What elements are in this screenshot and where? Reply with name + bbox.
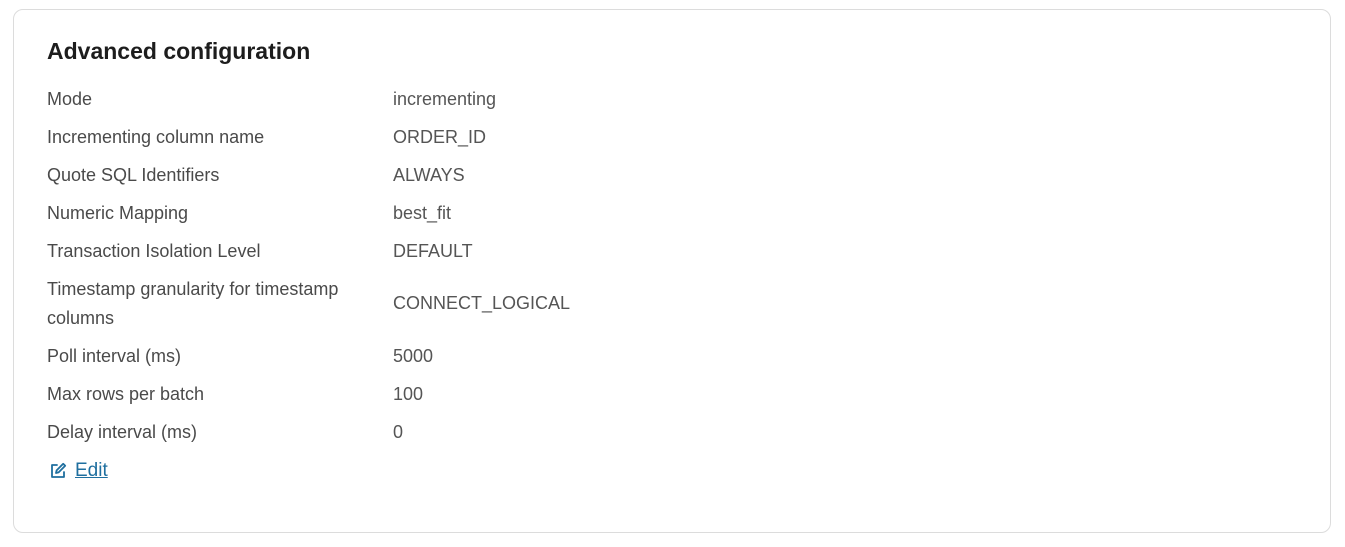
config-value: ALWAYS: [393, 164, 465, 185]
config-label: Delay interval (ms): [47, 421, 198, 442]
edit-label[interactable]: Edit: [75, 460, 108, 482]
config-label: Timestamp granularity for timestamp colu…: [47, 278, 339, 328]
config-row-transaction-isolation: Transaction Isolation Level DEFAULT: [47, 232, 1247, 270]
config-value: best_fit: [393, 202, 452, 223]
config-label: Quote SQL Identifiers: [47, 164, 220, 185]
config-row-numeric-mapping: Numeric Mapping best_fit: [47, 194, 1247, 232]
config-label: Poll interval (ms): [47, 345, 182, 366]
config-value: DEFAULT: [393, 240, 473, 261]
card-title: Advanced configuration: [47, 38, 311, 64]
advanced-configuration-card: Advanced configuration Mode incrementing…: [13, 9, 1331, 533]
config-value: 5000: [393, 345, 434, 366]
config-label: Numeric Mapping: [47, 202, 189, 223]
edit-icon: [49, 462, 67, 480]
config-row-mode: Mode incrementing: [47, 80, 1247, 118]
config-value: 0: [393, 421, 404, 442]
config-row-poll-interval: Poll interval (ms) 5000: [47, 337, 1247, 375]
edit-link[interactable]: Edit: [49, 460, 108, 482]
config-list: Mode incrementing Incrementing column na…: [47, 80, 1247, 451]
config-label: Transaction Isolation Level: [47, 240, 261, 261]
config-value: 100: [393, 383, 424, 404]
config-row-max-rows-per-batch: Max rows per batch 100: [47, 375, 1247, 413]
config-value: ORDER_ID: [393, 126, 487, 147]
config-row-timestamp-granularity: Timestamp granularity for timestamp colu…: [47, 270, 1247, 337]
config-row-quote-sql-identifiers: Quote SQL Identifiers ALWAYS: [47, 156, 1247, 194]
config-label: Mode: [47, 88, 93, 109]
config-row-incrementing-column: Incrementing column name ORDER_ID: [47, 118, 1247, 156]
config-label: Max rows per batch: [47, 383, 205, 404]
config-row-delay-interval: Delay interval (ms) 0: [47, 413, 1247, 451]
config-value: CONNECT_LOGICAL: [393, 293, 571, 313]
config-value: incrementing: [393, 88, 497, 109]
config-label: Incrementing column name: [47, 126, 265, 147]
